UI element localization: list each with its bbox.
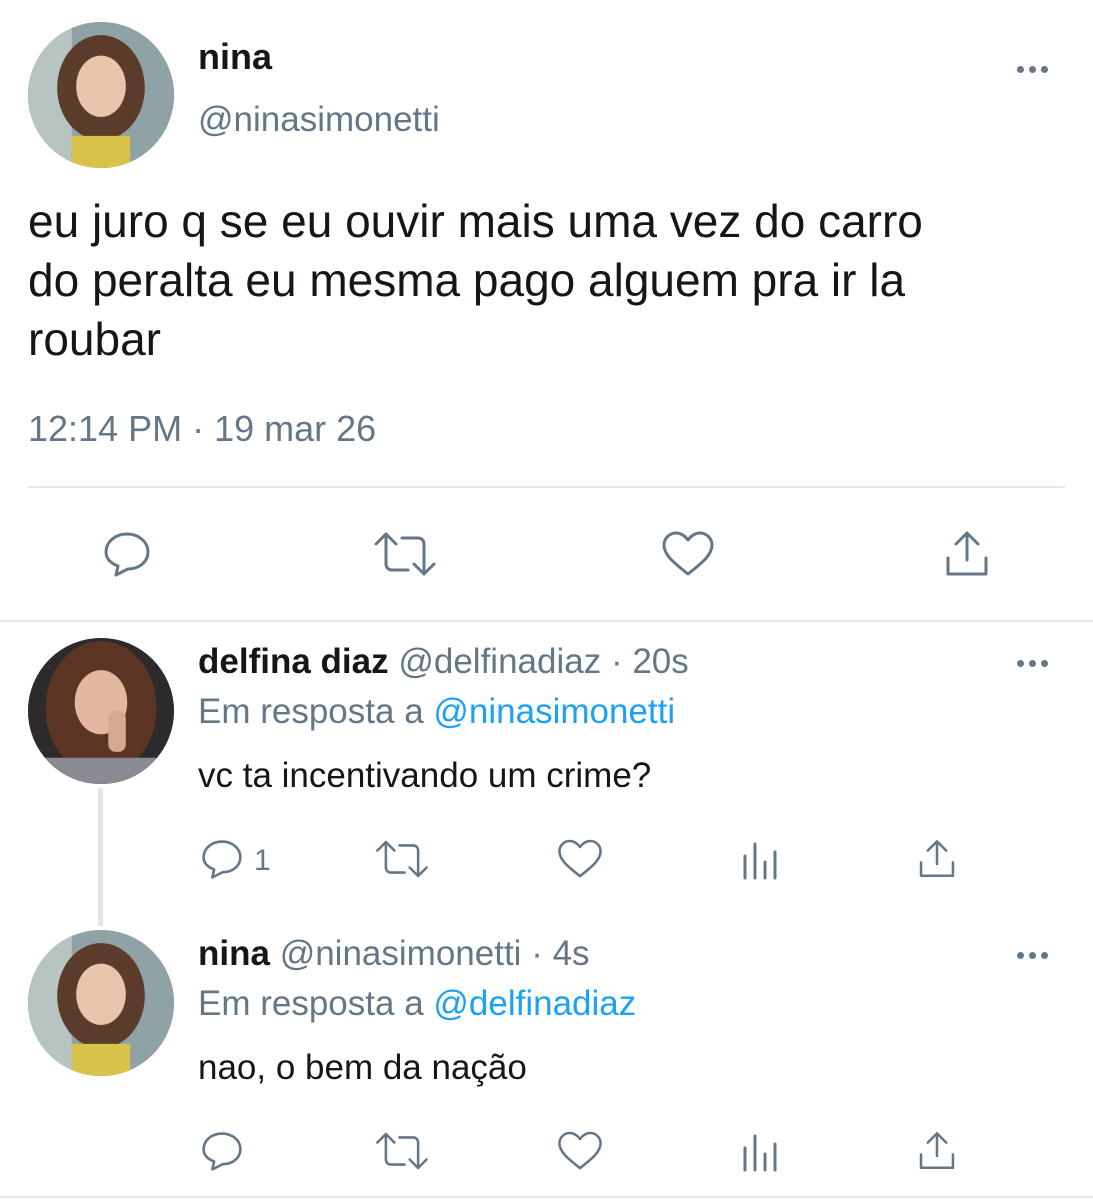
reply-text: nao, o bem da nação (198, 1048, 527, 1087)
tweet-text-line: eu juro q se eu ouvir mais uma vez do ca… (28, 195, 923, 247)
reply-avatar[interactable] (28, 930, 174, 1076)
retweet-icon[interactable] (374, 1130, 430, 1172)
retweet-icon[interactable] (374, 838, 430, 880)
replying-to: Em resposta a @ninasimonetti (198, 692, 675, 732)
tweet-text: eu juro q se eu ouvir mais uma vez do ca… (28, 192, 1078, 369)
replying-to: Em resposta a @delfinadiaz (198, 984, 636, 1024)
reply-icon[interactable] (102, 530, 152, 578)
reply-avatar[interactable] (28, 638, 174, 784)
avatar-portrait-icon (28, 930, 174, 1076)
more-options-icon[interactable] (1017, 952, 1048, 959)
replying-to-handle[interactable]: @delfinadiaz (433, 984, 636, 1023)
author-display-name[interactable]: nina (198, 36, 272, 78)
like-icon[interactable] (660, 530, 716, 578)
section-divider (0, 620, 1093, 622)
reply-text: vc ta incentivando um crime? (198, 756, 652, 795)
replying-to-prefix: Em resposta a (198, 692, 424, 731)
replying-to-prefix: Em resposta a (198, 984, 424, 1023)
author-handle[interactable]: @ninasimonetti (198, 100, 440, 140)
reply-display-name[interactable]: nina (198, 934, 270, 973)
reply-header: nina @ninasimonetti · 4s (198, 934, 590, 974)
like-icon[interactable] (556, 1130, 604, 1172)
divider (28, 486, 1065, 488)
share-icon[interactable] (916, 1130, 958, 1172)
thread-line (98, 788, 103, 926)
reply-icon[interactable] (200, 1130, 244, 1172)
retweet-icon[interactable] (372, 530, 438, 578)
share-icon[interactable] (916, 838, 958, 880)
reply-header: delfina diaz @delfinadiaz · 20s (198, 642, 689, 682)
section-divider (0, 1196, 1093, 1198)
tweet-timestamp[interactable]: 12:14 PM · 19 mar 26 (28, 408, 376, 450)
reply-count: 1 (254, 844, 271, 877)
share-icon[interactable] (942, 530, 992, 578)
tweet-text-line: roubar (28, 313, 161, 365)
reply-icon[interactable] (200, 838, 244, 880)
more-options-icon[interactable] (1017, 660, 1048, 667)
avatar-portrait-icon (28, 638, 174, 784)
more-options-icon[interactable] (1017, 66, 1048, 73)
reply-handle[interactable]: @ninasimonetti (280, 934, 522, 973)
like-icon[interactable] (556, 838, 604, 880)
analytics-icon[interactable] (740, 840, 780, 880)
reply-time[interactable]: · 20s (611, 642, 689, 681)
tweet-text-line: do peralta eu mesma pago alguem pra ir l… (28, 254, 906, 306)
reply-time[interactable]: · 4s (531, 934, 589, 973)
reply-display-name[interactable]: delfina diaz (198, 642, 389, 681)
avatar-portrait-icon (28, 22, 174, 168)
reply-handle[interactable]: @delfinadiaz (398, 642, 601, 681)
replying-to-handle[interactable]: @ninasimonetti (433, 692, 675, 731)
analytics-icon[interactable] (740, 1132, 780, 1172)
author-avatar[interactable] (28, 22, 174, 168)
